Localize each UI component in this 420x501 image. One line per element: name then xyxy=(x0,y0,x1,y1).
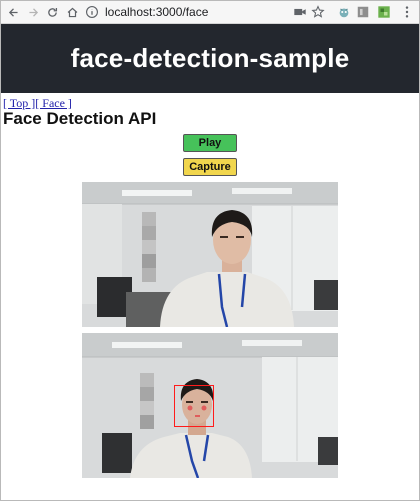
reload-icon[interactable] xyxy=(44,4,60,20)
camera-icon[interactable] xyxy=(293,5,307,19)
nav-links: [ Top ][ Face ] xyxy=(3,96,72,110)
home-icon[interactable] xyxy=(64,4,80,20)
extension-icon[interactable] xyxy=(337,5,351,19)
url-text: localhost:3000/face xyxy=(105,5,209,19)
nav-link-top[interactable]: [ Top ] xyxy=(3,96,35,110)
profile-icon[interactable] xyxy=(400,5,414,19)
extension-icon[interactable] xyxy=(356,5,370,19)
capture-canvas xyxy=(82,333,338,478)
play-button[interactable]: Play xyxy=(183,134,237,152)
video-preview xyxy=(82,182,338,327)
nav-link-face[interactable]: [ Face ] xyxy=(35,96,72,110)
browser-toolbar: localhost:3000/face xyxy=(1,1,419,24)
forward-arrow-icon[interactable] xyxy=(25,4,41,20)
app-header: face-detection-sample xyxy=(1,24,419,93)
face-detection-box xyxy=(174,385,214,427)
page-title: Face Detection API xyxy=(3,109,157,128)
browser-window: localhost:3000/face face-detection-sampl… xyxy=(0,0,420,501)
app-title: face-detection-sample xyxy=(70,43,350,73)
info-icon[interactable] xyxy=(85,5,99,19)
capture-button[interactable]: Capture xyxy=(183,158,237,176)
star-icon[interactable] xyxy=(311,5,325,19)
extension-icon[interactable] xyxy=(377,5,391,19)
back-arrow-icon[interactable] xyxy=(5,4,21,20)
